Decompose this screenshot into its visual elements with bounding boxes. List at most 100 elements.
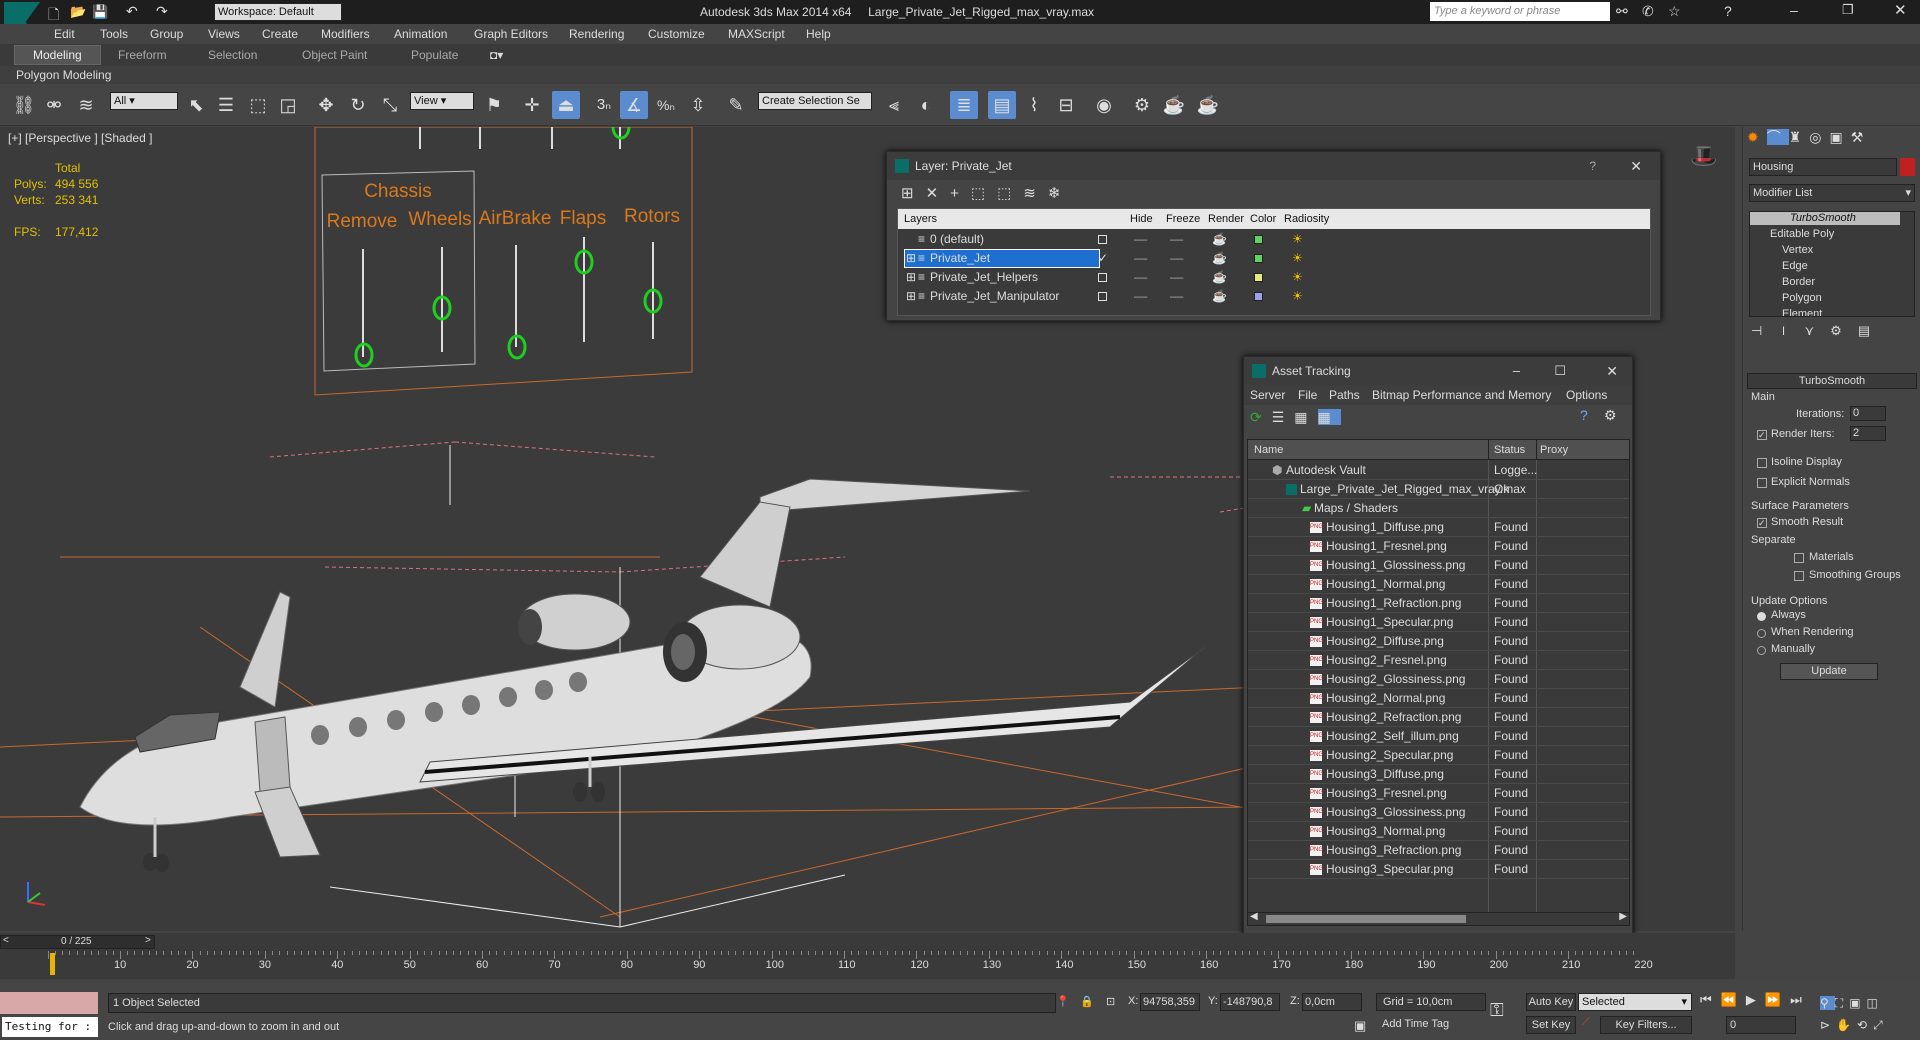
menu-help[interactable]: Help: [806, 27, 831, 41]
stack-item-border[interactable]: Border: [1782, 276, 1815, 288]
asset-menu-server[interactable]: Server: [1250, 388, 1285, 402]
close-icon[interactable]: ✕: [1630, 152, 1642, 180]
rotate-icon[interactable]: ↻: [344, 91, 372, 119]
radiosity-sun-icon[interactable]: ☀: [1292, 287, 1303, 306]
time-slider[interactable]: < 0 / 225 >: [0, 935, 155, 949]
asset-map-row[interactable]: PNG Housing2_Glossiness.png Found: [1248, 670, 1629, 689]
bind-spacewarp-icon[interactable]: ≋: [72, 91, 100, 119]
horizontal-scrollbar[interactable]: ◀ ▶: [1247, 911, 1630, 926]
set-key-mode-icon[interactable]: ⚿: [1490, 1000, 1504, 1021]
create-tab-icon[interactable]: ✹: [1747, 129, 1767, 145]
layer-color-swatch[interactable]: [1254, 235, 1263, 244]
asset-map-row[interactable]: PNG Housing2_Diffuse.png Found: [1248, 632, 1629, 651]
asset-map-row[interactable]: PNG Housing2_Refraction.png Found: [1248, 708, 1629, 727]
asset-map-row[interactable]: PNG Housing1_Diffuse.png Found: [1248, 518, 1629, 537]
modifier-list-dropdown[interactable]: Modifier List ▾: [1749, 184, 1915, 202]
schematic-view-icon[interactable]: ⊟: [1052, 91, 1080, 119]
isoline-checkbox[interactable]: [1757, 458, 1767, 468]
menu-maxscript[interactable]: MAXScript: [728, 27, 785, 41]
orbit-icon[interactable]: ⟲: [1857, 1018, 1873, 1032]
tab-modeling[interactable]: Modeling: [14, 45, 101, 65]
stack-item-turbosmooth[interactable]: TurboSmooth: [1750, 212, 1900, 225]
next-frame-button[interactable]: >: [145, 935, 151, 946]
next-frame-icon[interactable]: ⏩: [1765, 992, 1790, 1007]
undo-icon[interactable]: ↶: [126, 3, 138, 20]
radiosity-sun-icon[interactable]: ☀: [1292, 249, 1303, 268]
asset-map-row[interactable]: PNG Housing1_Normal.png Found: [1248, 575, 1629, 594]
menu-edit[interactable]: Edit: [54, 27, 75, 41]
expand-icon[interactable]: ⊞: [906, 268, 916, 287]
refresh-icon[interactable]: ⟳: [1250, 409, 1272, 425]
stack-item-vertex[interactable]: Vertex: [1782, 244, 1813, 256]
move-icon[interactable]: ✥: [312, 91, 340, 119]
help-icon[interactable]: ?: [1724, 3, 1732, 19]
selection-filter-dropdown[interactable]: All ▾: [110, 92, 178, 110]
hierarchy-tab-icon[interactable]: ♜: [1789, 129, 1810, 145]
play-icon[interactable]: ▶: [1746, 992, 1765, 1007]
polygon-modeling-panel[interactable]: Polygon Modeling: [16, 68, 111, 82]
asset-map-row[interactable]: PNG Housing3_Glossiness.png Found: [1248, 803, 1629, 822]
field-of-view-icon[interactable]: ⊳: [1820, 1018, 1836, 1032]
help-icon[interactable]: ?: [1580, 407, 1588, 423]
when-rendering-radio[interactable]: [1757, 629, 1766, 638]
object-color-swatch[interactable]: [1900, 158, 1915, 176]
window-crossing-icon[interactable]: ◲: [274, 91, 302, 119]
asset-map-row[interactable]: PNG Housing3_Normal.png Found: [1248, 822, 1629, 841]
table-view-icon[interactable]: ▦: [1317, 409, 1341, 425]
utilities-tab-icon[interactable]: ⚒: [1851, 129, 1872, 145]
scroll-right-icon[interactable]: ▶: [1619, 911, 1627, 922]
current-frame-marker[interactable]: [50, 953, 55, 975]
render-production-icon[interactable]: ☕: [1194, 91, 1222, 119]
snap-3-icon[interactable]: 3ₙ: [590, 91, 618, 119]
configure-sets-icon[interactable]: ▤: [1858, 323, 1886, 338]
add-time-tag-button[interactable]: Add Time Tag: [1376, 1016, 1486, 1034]
reference-coordinate-dropdown[interactable]: View ▾: [410, 92, 474, 110]
layer-row[interactable]: ⊞ ≡ Private_Jet_Helpers –– –– ☕ ☀: [898, 268, 1326, 287]
column-name[interactable]: Name: [1254, 444, 1283, 456]
layer-dialog-titlebar[interactable]: Layer: Private_Jet ? ✕: [887, 152, 1660, 180]
asset-map-row[interactable]: PNG Housing2_Specular.png Found: [1248, 746, 1629, 765]
hide-toggle[interactable]: ––: [1134, 268, 1147, 287]
layer-color-swatch[interactable]: [1254, 292, 1263, 301]
list-view-icon[interactable]: ☰: [1272, 409, 1295, 425]
edit-named-selections-icon[interactable]: ✎: [722, 91, 750, 119]
maps-group-row[interactable]: ▰ Maps / Shaders: [1248, 499, 1629, 518]
set-key-icon[interactable]: ⟋: [1582, 1016, 1590, 1029]
asset-map-row[interactable]: PNG Housing2_Fresnel.png Found: [1248, 651, 1629, 670]
hide-toggle[interactable]: ––: [1134, 287, 1147, 306]
freeze-all-icon[interactable]: ❄: [1048, 185, 1073, 202]
delete-layer-icon[interactable]: ✕: [926, 185, 951, 202]
layer-color-swatch[interactable]: [1254, 254, 1263, 263]
stack-item-edge[interactable]: Edge: [1782, 260, 1808, 272]
layer-color-swatch[interactable]: [1254, 273, 1263, 282]
close-icon[interactable]: ✕: [1606, 357, 1618, 385]
menu-group[interactable]: Group: [150, 27, 183, 41]
zoom-all-icon[interactable]: ⛶: [1835, 996, 1849, 1010]
zoom-extents-all-icon[interactable]: ◫: [1867, 996, 1884, 1010]
render-teapot-icon[interactable]: ☕: [1212, 249, 1227, 268]
freeze-toggle[interactable]: ––: [1170, 268, 1183, 287]
asset-menu-file[interactable]: File: [1298, 388, 1317, 402]
menu-graph-editors[interactable]: Graph Editors: [474, 27, 548, 41]
current-layer-box[interactable]: [1098, 292, 1107, 301]
lock-icon[interactable]: 🔒: [1080, 995, 1094, 1008]
select-by-name-icon[interactable]: ☰: [212, 91, 240, 119]
always-radio[interactable]: [1757, 612, 1766, 621]
thumbnail-view-icon[interactable]: ▦: [1294, 409, 1317, 425]
menu-create[interactable]: Create: [262, 27, 298, 41]
menu-modifiers[interactable]: Modifiers: [321, 27, 370, 41]
minimize-icon[interactable]: –: [1513, 357, 1520, 385]
select-in-layer-icon[interactable]: ⬚: [971, 185, 997, 202]
material-editor-icon[interactable]: ◉: [1090, 91, 1118, 119]
show-end-result-icon[interactable]: ⏽: [1778, 323, 1804, 338]
scroll-thumb[interactable]: [1266, 915, 1466, 923]
scroll-left-icon[interactable]: ◀: [1250, 911, 1258, 922]
select-object-icon[interactable]: ⬉: [182, 91, 210, 119]
graphite-toggle-icon[interactable]: ▤: [988, 91, 1016, 119]
vault-row[interactable]: ⬢ Autodesk Vault Logge...: [1248, 461, 1629, 480]
current-layer-check-icon[interactable]: ✓: [1098, 249, 1108, 268]
materials-checkbox[interactable]: [1794, 553, 1804, 563]
stack-item-editable-poly[interactable]: Editable Poly: [1770, 228, 1834, 240]
pin-stack-icon[interactable]: ⊣: [1751, 323, 1778, 338]
go-to-end-icon[interactable]: ⏭: [1790, 992, 1811, 1007]
